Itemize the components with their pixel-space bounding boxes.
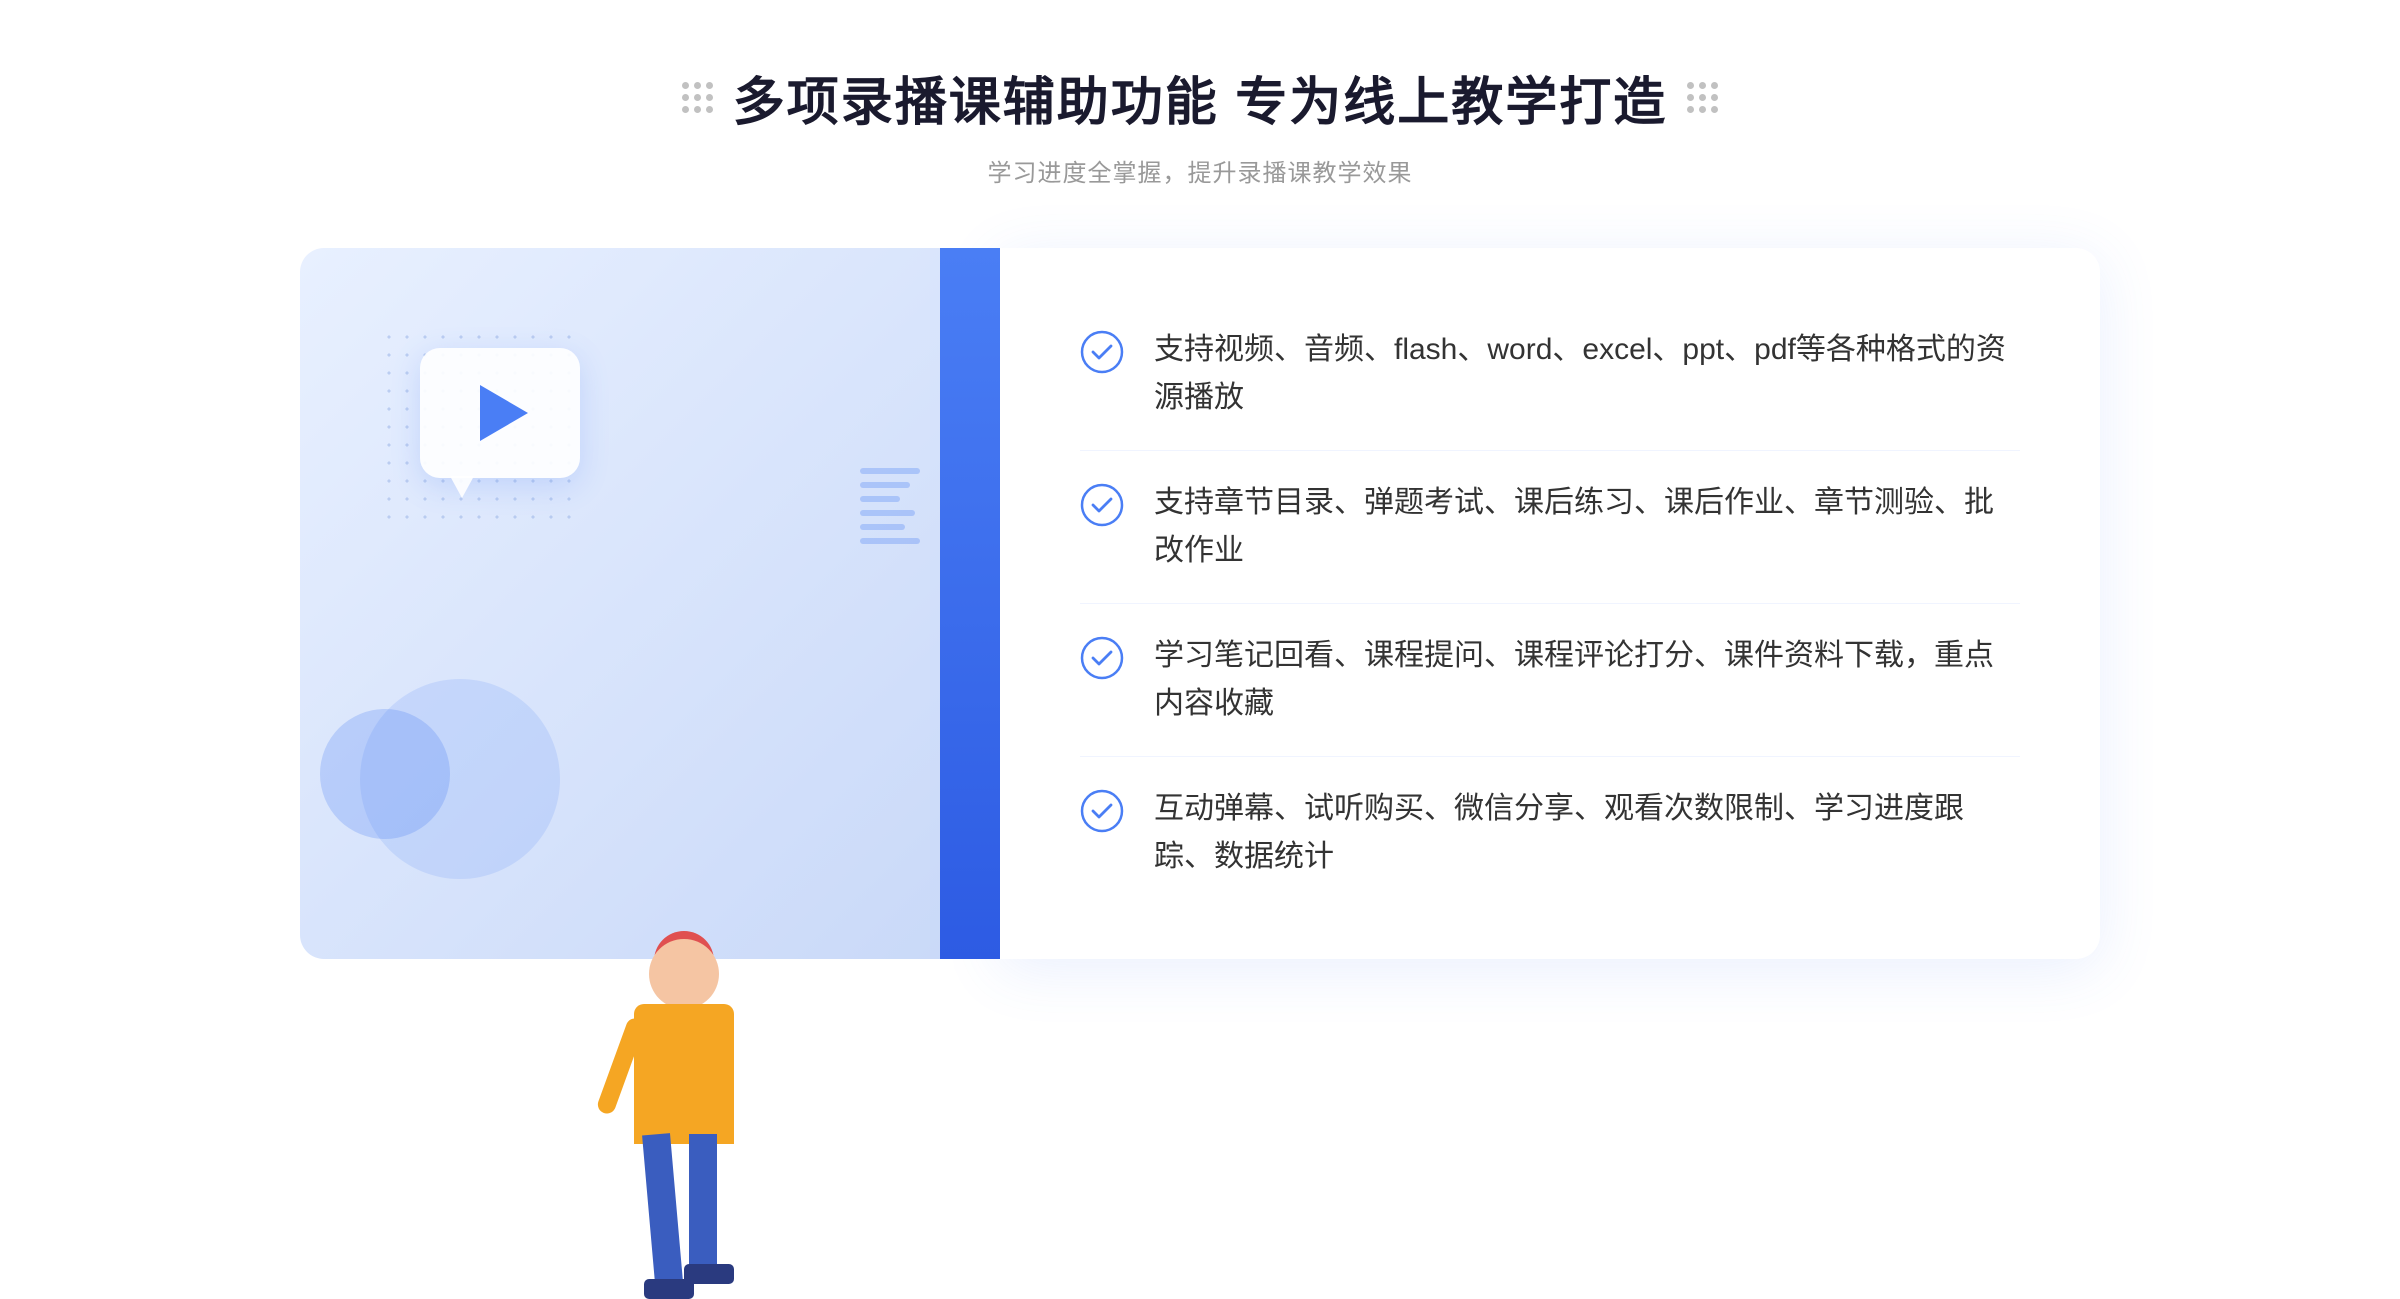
check-icon-4	[1080, 789, 1124, 833]
character-leg-left	[642, 1133, 684, 1295]
circle-medium-decoration	[320, 709, 450, 839]
character-illustration	[514, 379, 854, 959]
stripe-line-2	[860, 482, 910, 488]
check-icon-3	[1080, 636, 1124, 680]
main-content: »	[300, 248, 2100, 959]
page-subtitle: 学习进度全掌握，提升录播课教学效果	[0, 153, 2400, 188]
feature-item-4: 互动弹幕、试听购买、微信分享、观看次数限制、学习进度跟踪、数据统计	[1080, 757, 2020, 909]
feature-text-2: 支持章节目录、弹题考试、课后练习、课后作业、章节测验、批改作业	[1154, 479, 2020, 575]
header-section: 多项录播课辅助功能 专为线上教学打造 学习进度全掌握，提升录播课教学效果	[0, 60, 2400, 188]
feature-text-4: 互动弹幕、试听购买、微信分享、观看次数限制、学习进度跟踪、数据统计	[1154, 785, 2020, 881]
feature-text-1: 支持视频、音频、flash、word、excel、ppt、pdf等各种格式的资源…	[1154, 326, 2020, 422]
feature-item-2: 支持章节目录、弹题考试、课后练习、课后作业、章节测验、批改作业	[1080, 451, 2020, 604]
stripe-decoration	[860, 468, 920, 588]
blue-bar-decoration	[940, 248, 1000, 959]
character-leg-right	[689, 1134, 717, 1274]
stripe-line-5	[860, 524, 905, 530]
stripe-line-3	[860, 496, 900, 502]
right-features-panel: 支持视频、音频、flash、word、excel、ppt、pdf等各种格式的资源…	[1000, 248, 2100, 959]
check-icon-2	[1080, 483, 1124, 527]
page-title: 多项录播课辅助功能 专为线上教学打造	[733, 60, 1667, 135]
header-title-row: 多项录播课辅助功能 专为线上教学打造	[0, 60, 2400, 135]
page-container: 多项录播课辅助功能 专为线上教学打造 学习进度全掌握，提升录播课教学效果 »	[0, 0, 2400, 1039]
left-illustration-panel	[300, 248, 1000, 959]
feature-item-1: 支持视频、音频、flash、word、excel、ppt、pdf等各种格式的资源…	[1080, 298, 2020, 451]
header-dots-right	[1687, 82, 1718, 113]
character-foot-left	[644, 1279, 694, 1299]
stripe-line-1	[860, 468, 920, 474]
character-head	[649, 939, 719, 1009]
stripe-line-4	[860, 510, 915, 516]
character-torso	[634, 1004, 734, 1144]
header-dots-left	[682, 82, 713, 113]
feature-text-3: 学习笔记回看、课程提问、课程评论打分、课件资料下载，重点内容收藏	[1154, 632, 2020, 728]
check-icon-1	[1080, 330, 1124, 374]
feature-item-3: 学习笔记回看、课程提问、课程评论打分、课件资料下载，重点内容收藏	[1080, 604, 2020, 757]
stripe-line-6	[860, 538, 920, 544]
